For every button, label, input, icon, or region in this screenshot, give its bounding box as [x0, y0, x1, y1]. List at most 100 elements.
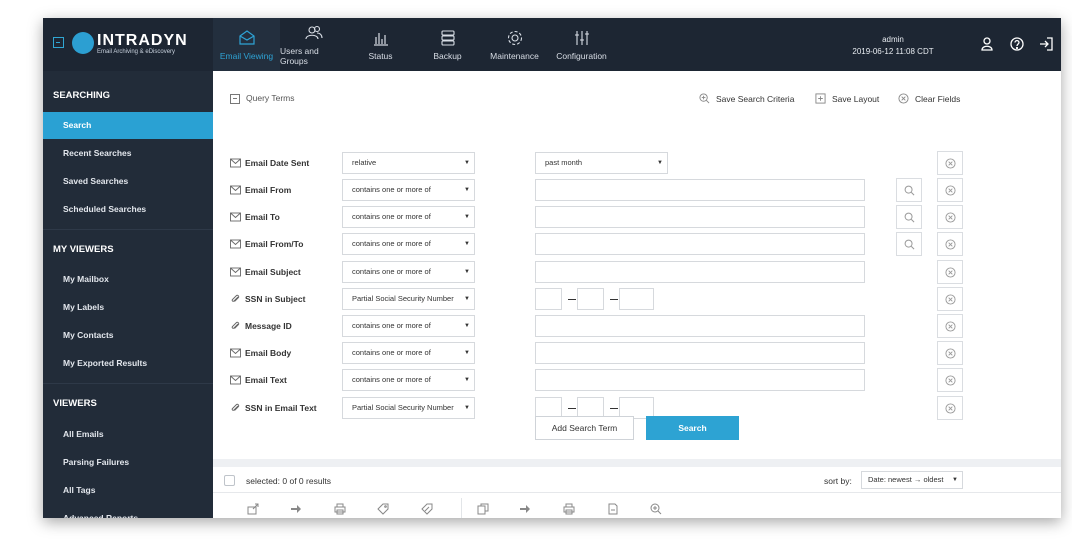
email-body-input[interactable]: [535, 342, 865, 364]
tag-icon[interactable]: [377, 503, 389, 515]
export-icon[interactable]: [247, 503, 259, 515]
remove-circle-icon: [944, 184, 956, 196]
lookup-button[interactable]: [896, 232, 922, 256]
logout-icon[interactable]: [1038, 36, 1054, 52]
remove-term-button[interactable]: [937, 260, 963, 284]
main-nav: Email Viewing Users and Groups Status Ba…: [213, 18, 615, 71]
logo-icon: [72, 32, 94, 54]
print-icon[interactable]: [563, 503, 575, 515]
caret-down-icon: ▼: [464, 323, 470, 329]
remove-term-button[interactable]: [937, 368, 963, 392]
sidebar-item-parsing-failures[interactable]: Parsing Failures: [43, 449, 213, 476]
operator-select-email-body[interactable]: contains one or more of ▼: [342, 342, 475, 364]
save-layout-label: Save Layout: [832, 93, 880, 104]
help-icon[interactable]: [1009, 36, 1025, 52]
email-to-input[interactable]: [535, 206, 865, 228]
nav-status[interactable]: Status: [347, 18, 414, 71]
sidebar: SEARCHING Search Recent Searches Saved S…: [43, 71, 213, 518]
forward-icon[interactable]: [290, 503, 302, 515]
nav-email-viewing[interactable]: Email Viewing: [213, 18, 280, 71]
operator-select-email-text[interactable]: contains one or more of ▼: [342, 369, 475, 391]
nav-label: Backup: [433, 51, 462, 61]
gear-icon: [507, 30, 522, 46]
remove-term-button[interactable]: [937, 205, 963, 229]
caret-down-icon: ▼: [464, 160, 470, 166]
save-layout-button[interactable]: Save Layout: [815, 93, 879, 104]
sidebar-item-saved-searches[interactable]: Saved Searches: [43, 168, 213, 195]
user-icon[interactable]: [979, 36, 995, 52]
collapse-menu-icon[interactable]: [53, 37, 64, 48]
lookup-button[interactable]: [896, 205, 922, 229]
operator-value: contains one or more of: [352, 348, 431, 357]
top-bar: INTRADYN Email Archiving & eDiscovery Em…: [43, 18, 1061, 71]
remove-circle-icon: [944, 211, 956, 223]
users-icon: [304, 25, 323, 40]
remove-term-button[interactable]: [937, 287, 963, 311]
operator-select-email-date-sent[interactable]: relative ▼: [342, 152, 475, 174]
sidebar-item-my-exported-results[interactable]: My Exported Results: [43, 350, 213, 377]
print-icon[interactable]: [334, 503, 346, 515]
app-window: INTRADYN Email Archiving & eDiscovery Em…: [43, 18, 1061, 518]
operator-value: contains one or more of: [352, 267, 431, 276]
remove-circle-icon: [944, 293, 956, 305]
ssn-part-3-input[interactable]: [619, 288, 654, 310]
remove-term-button[interactable]: [937, 178, 963, 202]
email-from-input[interactable]: [535, 179, 865, 201]
term-label-text: Email From: [245, 185, 292, 195]
remove-term-button[interactable]: [937, 314, 963, 338]
query-terms-toggle[interactable]: Query Terms: [230, 93, 295, 104]
sidebar-item-scheduled-searches[interactable]: Scheduled Searches: [43, 196, 213, 223]
search-button[interactable]: Search: [646, 416, 739, 440]
operator-select-ssn-in-subject[interactable]: Partial Social Security Number ▼: [342, 288, 475, 310]
nav-users-and-groups[interactable]: Users and Groups: [280, 18, 347, 71]
operator-select-message-id[interactable]: contains one or more of ▼: [342, 315, 475, 337]
email-from-to-input[interactable]: [535, 233, 865, 255]
sidebar-item-my-contacts[interactable]: My Contacts: [43, 322, 213, 349]
operator-select-email-from[interactable]: contains one or more of ▼: [342, 179, 475, 201]
add-search-term-button[interactable]: Add Search Term: [535, 416, 634, 440]
email-text-input[interactable]: [535, 369, 865, 391]
sidebar-item-recent-searches[interactable]: Recent Searches: [43, 140, 213, 167]
remove-term-button[interactable]: [937, 396, 963, 420]
operator-value: contains one or more of: [352, 375, 431, 384]
operator-select-ssn-in-email-text[interactable]: Partial Social Security Number ▼: [342, 397, 475, 419]
term-label-text: Email To: [245, 212, 280, 222]
operator-select-email-from-to[interactable]: contains one or more of ▼: [342, 233, 475, 255]
term-label-email-subject: Email Subject: [230, 265, 301, 279]
copy-icon[interactable]: [477, 503, 489, 515]
select-all-checkbox[interactable]: [224, 475, 235, 486]
sidebar-item-search[interactable]: Search: [43, 112, 213, 139]
sidebar-item-my-labels[interactable]: My Labels: [43, 294, 213, 321]
envelope-icon: [230, 212, 241, 222]
nav-backup[interactable]: Backup: [414, 18, 481, 71]
zoom-in-icon[interactable]: [650, 503, 662, 515]
sidebar-item-all-tags[interactable]: All Tags: [43, 477, 213, 504]
operator-select-email-to[interactable]: contains one or more of ▼: [342, 206, 475, 228]
lookup-button[interactable]: [896, 178, 922, 202]
sidebar-item-my-mailbox[interactable]: My Mailbox: [43, 266, 213, 293]
nav-configuration[interactable]: Configuration: [548, 18, 615, 71]
ssn-part-2-input[interactable]: [577, 288, 604, 310]
operator-value: contains one or more of: [352, 212, 431, 221]
operator-select-email-subject[interactable]: contains one or more of ▼: [342, 261, 475, 283]
remove-term-button[interactable]: [937, 341, 963, 365]
date-range-select[interactable]: past month ▼: [535, 152, 668, 174]
sidebar-item-all-emails[interactable]: All Emails: [43, 421, 213, 448]
message-id-input[interactable]: [535, 315, 865, 337]
pdf-icon[interactable]: [607, 503, 619, 515]
sidebar-item-advanced-reports[interactable]: Advanced Reports: [43, 505, 213, 518]
clear-fields-button[interactable]: Clear Fields: [898, 93, 960, 104]
email-subject-input[interactable]: [535, 261, 865, 283]
term-label-ssn-in-subject: SSN in Subject: [230, 292, 305, 306]
caret-down-icon: ▼: [464, 296, 470, 302]
nav-maintenance[interactable]: Maintenance: [481, 18, 548, 71]
remove-term-button[interactable]: [937, 151, 963, 175]
untag-icon[interactable]: [421, 503, 433, 515]
ssn-part-1-input[interactable]: [535, 288, 562, 310]
search-icon: [904, 185, 914, 195]
sort-select[interactable]: Date: newest → oldest ▼: [861, 471, 963, 489]
save-search-criteria-button[interactable]: Save Search Criteria: [699, 93, 794, 104]
sidebar-section-title: MY VIEWERS: [53, 244, 114, 255]
forward-icon[interactable]: [519, 503, 531, 515]
remove-term-button[interactable]: [937, 232, 963, 256]
